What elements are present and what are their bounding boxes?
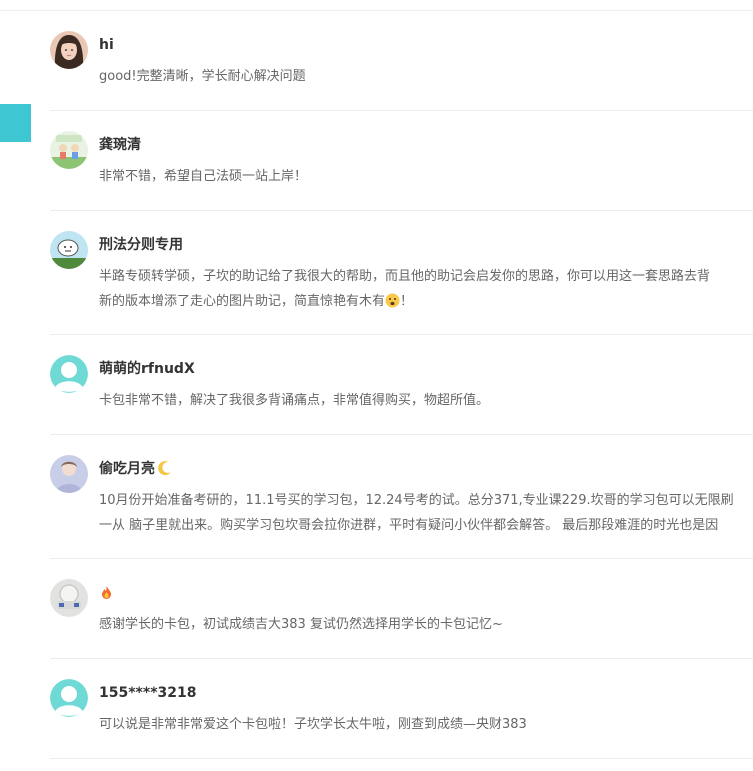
comment-line-text: 新的版本增添了走心的图片助记，简直惊艳有木有 — [99, 294, 386, 309]
cartoon-avatar[interactable] — [50, 231, 88, 269]
comment-body: 155****3218 可以说是非常非常爱这个卡包啦！子坎学长太牛啦，刚查到成绩… — [99, 682, 753, 737]
comment-body: 刑法分则专用 半路专硕转学硕，子坎的助记给了我很大的帮助，而且他的助记会启发你的… — [99, 234, 753, 314]
comment-text: 感谢学长的卡包，初试成绩吉大383 复试仍然选择用学长的卡包记忆~ — [99, 612, 753, 637]
comment-line: 非常不错，希望自己法硕一站上岸！ — [99, 169, 308, 184]
comment-text: 可以说是非常非常爱这个卡包啦！子坎学长太牛啦，刚查到成绩—央财383 — [99, 712, 753, 737]
crescent-moon-emoji-icon — [157, 461, 172, 476]
side-tab[interactable] — [0, 104, 31, 142]
user-name-text: 偷吃月亮 — [99, 461, 155, 477]
user-photo-avatar[interactable] — [50, 579, 88, 617]
comments-page: hi good!完整清晰，学长耐心解决问题 龚琬清 非常不错，希望自己法硕一站上… — [0, 0, 753, 771]
comment-text: 非常不错，希望自己法硕一站上岸！ — [99, 164, 753, 189]
user-name[interactable]: 155****3218 — [99, 682, 753, 704]
fire-emoji-icon — [99, 585, 114, 600]
user-name[interactable] — [99, 582, 753, 604]
comment-body: 感谢学长的卡包，初试成绩吉大383 复试仍然选择用学长的卡包记忆~ — [99, 582, 753, 637]
comment-text: 卡包非常不错，解决了我很多背诵痛点，非常值得购买，物超所值。 — [99, 388, 753, 413]
user-name[interactable]: hi — [99, 34, 753, 56]
user-photo-avatar[interactable] — [50, 31, 88, 69]
comment-text: 10月份开始准备考研的，11.1号买的学习包，12.24号考的试。总分371,专… — [99, 488, 753, 538]
user-name[interactable]: 刑法分则专用 — [99, 234, 753, 256]
comment-body: hi good!完整清晰，学长耐心解决问题 — [99, 34, 753, 89]
comment-line: 感谢学长的卡包，初试成绩吉大383 复试仍然选择用学长的卡包记忆~ — [99, 617, 503, 632]
comment-line: good!完整清晰，学长耐心解决问题 — [99, 69, 306, 84]
user-name[interactable]: 龚琬清 — [99, 134, 753, 156]
comment-body: 龚琬清 非常不错，希望自己法硕一站上岸！ — [99, 134, 753, 189]
user-name[interactable]: 萌萌的rfnudX — [99, 358, 753, 380]
comment-text: good!完整清晰，学长耐心解决问题 — [99, 64, 753, 89]
comment-body: 萌萌的rfnudX 卡包非常不错，解决了我很多背诵痛点，非常值得购买，物超所值。 — [99, 358, 753, 413]
comment-list: hi good!完整清晰，学长耐心解决问题 龚琬清 非常不错，希望自己法硕一站上… — [50, 11, 753, 759]
user-name[interactable]: 偷吃月亮 — [99, 458, 753, 480]
comment-body: 偷吃月亮 10月份开始准备考研的，11.1号买的学习包，12.24号考的试。总分… — [99, 458, 753, 538]
comment-item: hi good!完整清晰，学长耐心解决问题 — [50, 11, 753, 111]
default-user-avatar[interactable] — [50, 679, 88, 717]
comment-text: 半路专硕转学硕，子坎的助记给了我很大的帮助，而且他的助记会启发你的思路，你可以用… — [99, 264, 753, 314]
comment-item: 龚琬清 非常不错，希望自己法硕一站上岸！ — [50, 111, 753, 211]
comment-item: 萌萌的rfnudX 卡包非常不错，解决了我很多背诵痛点，非常值得购买，物超所值。 — [50, 335, 753, 435]
comment-line-end: ！ — [400, 294, 414, 309]
comment-item: 偷吃月亮 10月份开始准备考研的，11.1号买的学习包，12.24号考的试。总分… — [50, 435, 753, 559]
comment-line: 半路专硕转学硕，子坎的助记给了我很大的帮助，而且他的助记会启发你的思路，你可以用… — [99, 269, 711, 284]
astonished-face-emoji-icon — [385, 292, 400, 308]
comment-item: 155****3218 可以说是非常非常爱这个卡包啦！子坎学长太牛啦，刚查到成绩… — [50, 659, 753, 759]
comment-line: 可以说是非常非常爱这个卡包啦！子坎学长太牛啦，刚查到成绩—央财383 — [99, 717, 527, 732]
comment-line: 一从 脑子里就出来。购买学习包坎哥会拉你进群，平时有疑问小伙伴都会解答。 最后那… — [99, 518, 719, 533]
comment-item: 感谢学长的卡包，初试成绩吉大383 复试仍然选择用学长的卡包记忆~ — [50, 559, 753, 659]
default-user-avatar[interactable] — [50, 355, 88, 393]
comment-line: 新的版本增添了走心的图片助记，简直惊艳有木有 ！ — [99, 289, 753, 314]
user-photo-avatar[interactable] — [50, 455, 88, 493]
comment-line: 卡包非常不错，解决了我很多背诵痛点，非常值得购买，物超所值。 — [99, 393, 490, 408]
cartoon-avatar[interactable] — [50, 131, 88, 169]
comment-line: 10月份开始准备考研的，11.1号买的学习包，12.24号考的试。总分371,专… — [99, 493, 734, 508]
comment-item: 刑法分则专用 半路专硕转学硕，子坎的助记给了我很大的帮助，而且他的助记会启发你的… — [50, 211, 753, 335]
